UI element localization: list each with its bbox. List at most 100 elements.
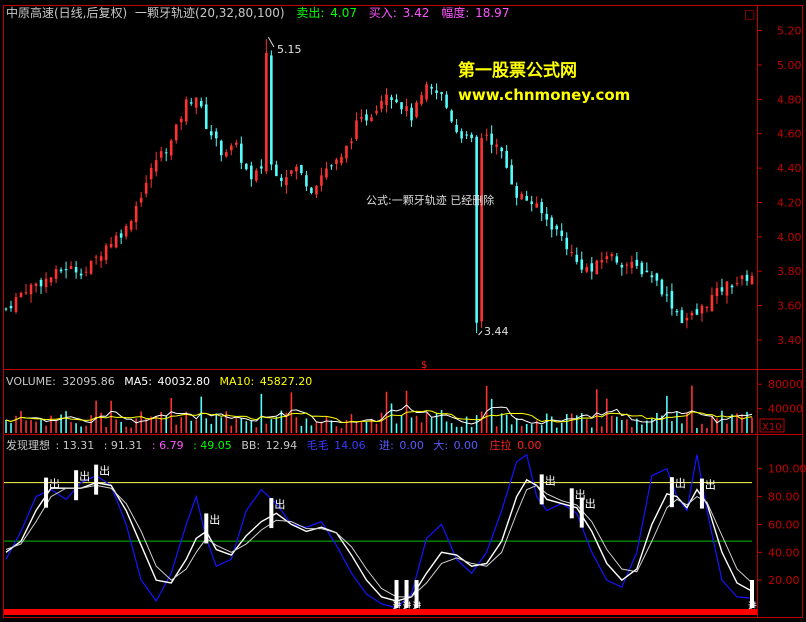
candle-body	[615, 256, 619, 263]
chart-canvas: 中原高速(日线,后复权) 一颗牙轨迹(20,32,80,100) 卖出: 4.0…	[3, 5, 806, 618]
candle-body	[164, 152, 168, 154]
candle-body	[119, 233, 123, 238]
low-arrow	[478, 330, 483, 336]
candle-body	[560, 230, 564, 237]
high-label: 5.15	[277, 43, 302, 56]
candle-body	[250, 165, 253, 180]
indicator-header: 发现理想 : 13.31 : 91.31 : 6.79 : 49.05 BB: …	[6, 438, 542, 452]
candle-body	[365, 114, 368, 121]
stock-title: 中原高速(日线,后复权)	[6, 5, 127, 20]
candle-body	[24, 292, 28, 294]
sell-signal-bar	[269, 498, 274, 529]
candle-body	[620, 264, 624, 268]
range-value: 18.97	[475, 6, 509, 20]
candle-body	[124, 226, 128, 237]
indicator-tick-label: 20.00	[768, 574, 800, 587]
candle-body	[650, 275, 654, 278]
corner-box-icon[interactable]: □	[744, 7, 755, 21]
candle-body	[14, 297, 18, 312]
candle-body	[59, 269, 63, 272]
candle-body	[475, 136, 478, 323]
price-axis: 5.20 5.00 4.80 4.60 4.40 4.20 4.00 3.80 3.60 3.40	[757, 25, 802, 347]
price-tick-label: 5.00	[777, 59, 802, 72]
candle-body	[640, 262, 644, 275]
candle-body	[340, 156, 343, 164]
sell-signal-label: 出	[545, 473, 556, 487]
candle-body	[535, 203, 539, 208]
candle-body	[109, 243, 113, 248]
candle-body	[275, 164, 278, 177]
candle-body	[435, 90, 438, 93]
candle-body	[9, 305, 13, 309]
candle-body	[490, 133, 493, 145]
candle-body	[204, 104, 208, 129]
price-candles	[4, 36, 754, 336]
price-tick-label: 4.20	[777, 196, 802, 209]
candle-body	[285, 177, 288, 186]
candle-body	[600, 260, 604, 263]
candle-body	[700, 305, 704, 314]
candle-body	[625, 264, 629, 266]
candle-body	[194, 97, 198, 108]
candle-body	[735, 283, 739, 285]
sell-signal-label: 出	[99, 464, 110, 478]
candle-body	[245, 163, 248, 170]
candle-body	[695, 309, 699, 315]
candle-body	[420, 95, 423, 104]
candle-body	[209, 131, 213, 136]
candle-body	[715, 288, 719, 297]
candle-body	[260, 166, 263, 169]
in-value: 0.00	[399, 439, 424, 452]
candle-body	[405, 106, 408, 111]
candle-body	[174, 124, 178, 141]
candle-body	[99, 256, 103, 261]
candle-body	[375, 110, 378, 114]
candle-body	[39, 279, 43, 287]
ma10-label: MA10:	[220, 375, 255, 388]
indicator-v4: : 49.05	[193, 439, 232, 452]
candle-body	[555, 225, 559, 230]
candle-body	[635, 259, 639, 266]
indicator-axis: 100.00 80.00 60.00 40.00 20.00	[757, 463, 806, 587]
high-arrow	[267, 36, 275, 48]
candle-body	[129, 221, 133, 230]
candle-body	[169, 140, 173, 156]
zhuang-value: 0.00	[517, 439, 542, 452]
fuzzy-value: 14.06	[334, 439, 366, 452]
candle-body	[345, 145, 348, 159]
indicator-tick-label: 40.00	[768, 546, 800, 559]
candle-body	[495, 144, 498, 147]
candle-body	[224, 152, 228, 157]
dollar-marker: $	[421, 360, 427, 371]
candle-body	[545, 213, 549, 220]
candle-body	[605, 256, 609, 260]
candle-body	[450, 110, 453, 122]
candle-body	[460, 131, 463, 139]
sell-signal-bar	[44, 477, 49, 508]
watermark-url: www.chnmoney.com	[458, 86, 630, 104]
candle-body	[325, 168, 328, 178]
candle-body	[385, 94, 388, 106]
candle-body	[400, 102, 403, 110]
sell-signal-label: 出	[675, 476, 686, 490]
candle-body	[64, 269, 68, 271]
sell-signal-bar	[94, 464, 99, 495]
candle-body	[305, 175, 308, 187]
candle-body	[690, 312, 694, 316]
volume-axis: 80000 40000	[757, 378, 803, 416]
sell-signal-bar	[569, 488, 574, 519]
big-label: 大:	[433, 438, 448, 452]
candle-body	[470, 134, 473, 139]
candle-body	[515, 186, 518, 198]
candle-body	[84, 271, 88, 273]
candle-body	[144, 182, 148, 194]
candle-body	[505, 150, 508, 168]
candle-body	[315, 185, 318, 195]
big-value: 0.00	[454, 439, 479, 452]
volume-label: VOLUME:	[6, 375, 56, 388]
volume-header: VOLUME: 32095.86 MA5: 40032.80 MA10: 458…	[6, 375, 312, 388]
candle-body	[44, 278, 48, 288]
candle-body	[179, 118, 183, 123]
candle-body	[104, 245, 108, 261]
candle-body	[335, 159, 338, 164]
